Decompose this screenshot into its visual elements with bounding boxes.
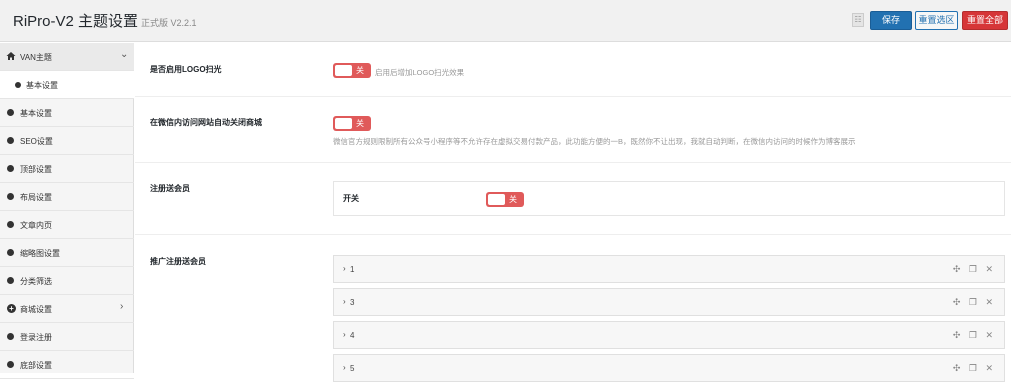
settings-panel: 是否启用LOGO扫光 关 启用后增加LOGO扫光效果 在微信内访问网站自动关闭商… <box>135 43 1011 382</box>
toggle-knob <box>335 65 352 76</box>
toggle-knob <box>488 194 505 205</box>
sidebar-item-top[interactable]: 顶部设置 <box>0 155 134 183</box>
reset-all-button[interactable]: 重置全部 <box>962 11 1008 30</box>
sidebar-item-label: 分类筛选 <box>20 277 52 286</box>
register-vip-label: 注册送会员 <box>150 184 190 193</box>
accordion-title: 3 <box>350 298 355 307</box>
sidebar-item-category-filter[interactable]: 分类筛选 <box>0 267 134 295</box>
toggle-text: 关 <box>509 195 517 204</box>
sidebar-item-label: 文章内页 <box>20 221 52 230</box>
move-copy-remove-icons[interactable]: ✣ ❐ ✕ <box>953 330 996 341</box>
toggle-text: 关 <box>356 119 364 128</box>
bullet-icon <box>7 333 14 340</box>
save-button[interactable]: 保存 <box>870 11 912 30</box>
wechat-close-toggle[interactable]: 关 <box>333 116 371 131</box>
sidebar-item-label: 布局设置 <box>20 193 52 202</box>
toggle-knob <box>335 118 352 129</box>
wechat-close-row: 在微信内访问网站自动关闭商城 关 微信官方规则限制所有公众号小程序等不允许存在虚… <box>135 97 1011 163</box>
bullet-icon <box>7 165 14 172</box>
sidebar-item-label: 基本设置 <box>26 81 58 90</box>
reset-section-button[interactable]: 重置选区 <box>915 11 958 30</box>
sidebar-item-login[interactable]: 登录注册 <box>0 323 134 351</box>
bullet-icon <box>7 361 14 368</box>
sidebar-item-article[interactable]: 文章内页 <box>0 211 134 239</box>
accordion-item[interactable]: › 4 ✣ ❐ ✕ <box>333 321 1005 349</box>
wechat-close-label: 在微信内访问网站自动关闭商城 <box>150 118 262 127</box>
bullet-icon <box>7 221 14 228</box>
move-copy-remove-icons[interactable]: ✣ ❐ ✕ <box>953 297 996 308</box>
grid-icon[interactable]: ☷ <box>852 13 864 27</box>
chevron-right-icon: › <box>343 330 346 339</box>
version-label: 正式版 V2.2.1 <box>141 18 197 28</box>
sidebar-item-basic[interactable]: 基本设置 <box>0 99 134 127</box>
move-copy-remove-icons[interactable]: ✣ ❐ ✕ <box>953 363 996 374</box>
bullet-icon <box>15 82 21 88</box>
bullet-icon <box>7 137 14 144</box>
chevron-right-icon: › <box>343 363 346 372</box>
sidebar-item-shop[interactable]: + 商城设置 › <box>0 295 134 323</box>
logo-scan-label: 是否启用LOGO扫光 <box>150 65 222 74</box>
sidebar-item-label: 顶部设置 <box>20 165 52 174</box>
sidebar-item-footer[interactable]: 底部设置 <box>0 351 134 379</box>
header-bar: RiPro-V2 主题设置 正式版 V2.2.1 ☷ 保存 重置选区 重置全部 <box>0 0 1011 42</box>
plus-circle-icon: + <box>7 304 16 313</box>
wechat-close-desc: 微信官方规则限制所有公众号小程序等不允许存在虚拟交易付款产品，此功能方便的一B，… <box>333 137 856 146</box>
accordion-title: 1 <box>350 265 355 274</box>
sidebar-item-label: SEO设置 <box>20 137 53 146</box>
register-vip-toggle[interactable]: 关 <box>486 192 524 207</box>
accordion-title: 5 <box>350 364 355 373</box>
chevron-right-icon: › <box>343 264 346 273</box>
logo-scan-row: 是否启用LOGO扫光 关 启用后增加LOGO扫光效果 <box>135 43 1011 97</box>
accordion-title: 4 <box>350 331 355 340</box>
bullet-icon <box>7 277 14 284</box>
sidebar-item-label: 基本设置 <box>20 109 52 118</box>
sidebar-item-seo[interactable]: SEO设置 <box>0 127 134 155</box>
logo-scan-toggle[interactable]: 关 <box>333 63 371 78</box>
sidebar-item-label: VAN主题 <box>20 53 52 62</box>
accordion-item[interactable]: › 1 ✣ ❐ ✕ <box>333 255 1005 283</box>
chevron-right-icon: › <box>343 297 346 306</box>
title-text: RiPro-V2 主题设置 <box>13 13 139 30</box>
toggle-text: 关 <box>356 66 364 75</box>
move-copy-remove-icons[interactable]: ✣ ❐ ✕ <box>953 264 996 275</box>
accordion-item[interactable]: › 5 ✣ ❐ ✕ <box>333 354 1005 382</box>
logo-scan-desc: 启用后增加LOGO扫光效果 <box>375 68 465 77</box>
sidebar-item-label: 缩略图设置 <box>20 249 60 258</box>
bullet-icon <box>7 249 14 256</box>
chevron-right-icon: › <box>120 301 124 312</box>
sidebar-item-thumbnail[interactable]: 缩略图设置 <box>0 239 134 267</box>
page-title: RiPro-V2 主题设置 正式版 V2.2.1 <box>13 10 197 31</box>
sidebar-item-van-theme[interactable]: VAN主题 ⌄ <box>0 43 134 71</box>
bullet-icon <box>7 193 14 200</box>
promo-vip-label: 推广注册送会员 <box>150 257 206 266</box>
sidebar-item-label: 登录注册 <box>20 333 52 342</box>
home-icon <box>6 52 16 60</box>
bullet-icon <box>7 109 14 116</box>
switch-label: 开关 <box>343 194 359 203</box>
sidebar-item-label: 底部设置 <box>20 361 52 370</box>
sidebar-item-label: 商城设置 <box>20 305 52 314</box>
sidebar-item-layout[interactable]: 布局设置 <box>0 183 134 211</box>
accordion-item[interactable]: › 3 ✣ ❐ ✕ <box>333 288 1005 316</box>
register-vip-box: 开关 关 <box>333 181 1005 216</box>
chevron-down-icon: ⌄ <box>120 49 129 60</box>
sidebar: VAN主题 ⌄ 基本设置 基本设置 SEO设置 顶部设置 布局设置 文章内页 缩… <box>0 43 134 379</box>
sidebar-item-basic-active[interactable]: 基本设置 <box>0 71 134 99</box>
